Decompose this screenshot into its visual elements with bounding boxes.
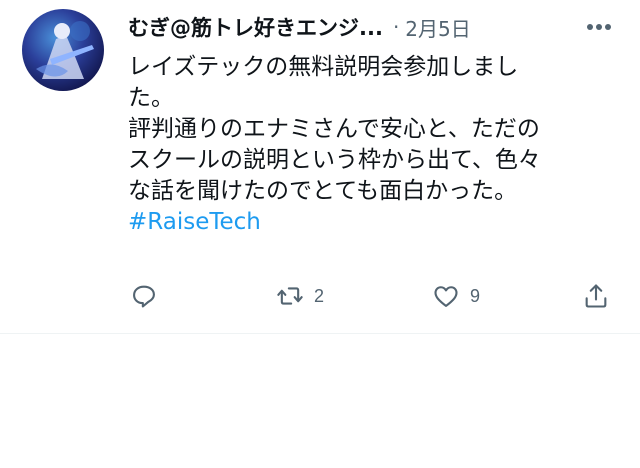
tweet-text-line: な話を聞けたのでとても面白かった。 — [128, 178, 518, 204]
tweet-date[interactable]: 2月5日 — [405, 13, 470, 42]
retweet-icon — [277, 287, 303, 305]
more-icon[interactable] — [584, 12, 614, 42]
tweet-text-line: た。 — [128, 85, 174, 111]
tweet-text-line: レイズテックの無料説明会参加しまし — [128, 54, 519, 80]
reply-button[interactable] — [130, 280, 158, 312]
retweet-button[interactable]: 2 — [276, 280, 324, 312]
like-count: 9 — [470, 285, 481, 306]
tweet-text-line: 評判通りのエナミさんで安心と、ただの — [128, 116, 540, 142]
author-name[interactable]: むぎ@筋トレ好きエンジ... — [128, 12, 383, 42]
share-icon — [585, 284, 607, 308]
heart-icon — [434, 286, 458, 307]
hashtag-link[interactable]: #RaiseTech — [128, 207, 588, 238]
avatar[interactable] — [22, 9, 104, 91]
avatar-image — [36, 21, 94, 79]
retweet-count: 2 — [314, 285, 325, 306]
tweet-text: レイズテックの無料説明会参加しまし た。 評判通りのエナミさんで安心と、ただの … — [128, 52, 588, 238]
like-button[interactable]: 9 — [432, 280, 480, 312]
header-separator: · — [392, 15, 400, 39]
tweet-text-line: スクールの説明という枠から出て、色々 — [128, 147, 541, 173]
tweet-actions: 2 9 — [0, 280, 640, 312]
reply-icon — [133, 285, 155, 308]
share-button[interactable] — [582, 280, 610, 312]
tweet[interactable]: むぎ@筋トレ好きエンジ... · 2月5日 レイズテックの無料説明会参加しまし … — [0, 0, 640, 334]
tweet-header: むぎ@筋トレ好きエンジ... · 2月5日 — [128, 12, 471, 42]
